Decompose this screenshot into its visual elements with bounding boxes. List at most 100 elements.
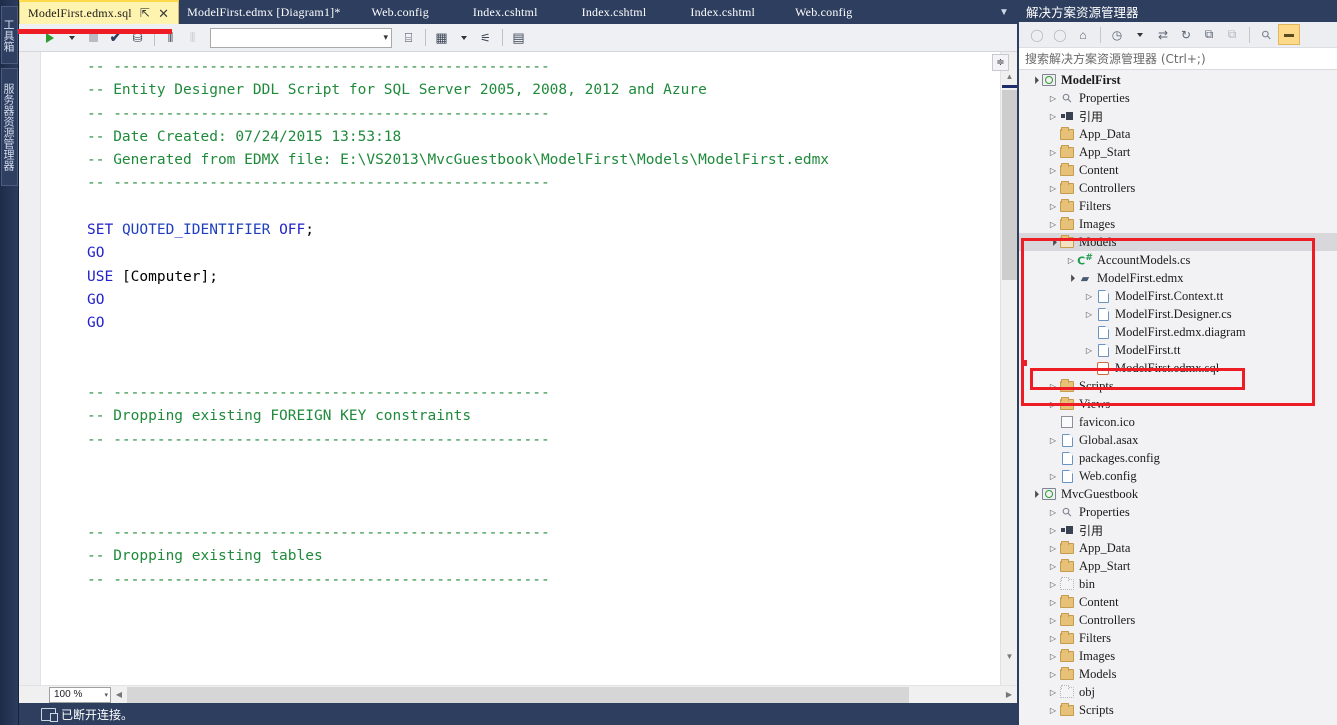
tree-item-bin[interactable]: ▷ bin (1019, 575, 1337, 593)
pending-changes-dropdown[interactable] (1129, 24, 1151, 45)
code-text-surface[interactable]: -- -------------------------------------… (41, 52, 1003, 685)
navigate-forward-button[interactable]: ◯ (1049, 24, 1071, 45)
horizontal-scroll-track[interactable] (127, 686, 1001, 703)
show-all-files-button[interactable]: ⧉ (1221, 24, 1243, 45)
chevron-collapsed-icon[interactable]: ▷ (1047, 431, 1059, 449)
change-connection-button[interactable]: ⌸ (398, 27, 419, 48)
tree-item-controllers[interactable]: ▷ Controllers (1019, 179, 1337, 197)
editor-vertical-scrollbar[interactable]: ▲ ▼ (1000, 52, 1017, 685)
scroll-left-arrow-icon[interactable]: ◀ (111, 687, 127, 703)
tree-item-images[interactable]: ▷ Images (1019, 215, 1337, 233)
tree-item-modelfirst-designer-cs[interactable]: ▷ ModelFirst.Designer.cs (1019, 305, 1337, 323)
chevron-collapsed-icon[interactable]: ▷ (1047, 395, 1059, 413)
tab-web-config-2[interactable]: Web.config (777, 0, 870, 24)
refresh-button[interactable]: ↻ (1175, 24, 1197, 45)
chevron-collapsed-icon[interactable]: ▷ (1047, 89, 1059, 107)
chevron-collapsed-icon[interactable]: ▷ (1047, 683, 1059, 701)
horizontal-scroll-thumb[interactable] (127, 686, 909, 703)
chevron-collapsed-icon[interactable]: ▷ (1047, 593, 1059, 611)
tree-item-[interactable]: ▷ 引用 (1019, 521, 1337, 539)
tree-item-favicon-ico[interactable]: favicon.ico (1019, 413, 1337, 431)
tree-item-controllers[interactable]: ▷ Controllers (1019, 611, 1337, 629)
chevron-collapsed-icon[interactable]: ▷ (1047, 665, 1059, 683)
tree-item-images[interactable]: ▷ Images (1019, 647, 1337, 665)
scroll-down-arrow-icon[interactable]: ▼ (1001, 648, 1018, 665)
chevron-collapsed-icon[interactable]: ▷ (1083, 341, 1095, 359)
tree-item-[interactable]: ▷ 引用 (1019, 107, 1337, 125)
tab-overflow-dropdown-icon[interactable]: ▼ (991, 0, 1017, 24)
properties-button[interactable]: ⚲ (1255, 24, 1277, 45)
results-to-grid-button[interactable]: ▦ (431, 27, 452, 48)
tree-item-models[interactable]: ▷ Models (1019, 665, 1337, 683)
tree-item-modelfirst-edmx-diagram[interactable]: ModelFirst.edmx.diagram (1019, 323, 1337, 341)
chevron-collapsed-icon[interactable]: ▷ (1083, 287, 1095, 305)
tree-item-scripts[interactable]: ▷ Scripts (1019, 377, 1337, 395)
tree-item-mvcguestbook[interactable]: ◢ MvcGuestbook (1019, 485, 1337, 503)
chevron-collapsed-icon[interactable]: ▷ (1047, 197, 1059, 215)
preview-selected-items-button[interactable]: ▬ (1278, 24, 1300, 45)
chevron-collapsed-icon[interactable]: ▷ (1047, 575, 1059, 593)
chevron-collapsed-icon[interactable]: ▷ (1047, 215, 1059, 233)
scroll-right-arrow-icon[interactable]: ▶ (1001, 687, 1017, 703)
zoom-level-combo[interactable]: 100 % ▾ (49, 686, 111, 703)
pending-changes-button[interactable]: ◷ (1106, 24, 1128, 45)
chevron-collapsed-icon[interactable]: ▷ (1047, 701, 1059, 719)
tree-item-packages-config[interactable]: packages.config (1019, 449, 1337, 467)
navigate-back-button[interactable]: ◯ (1026, 24, 1048, 45)
tab-web-config-1[interactable]: Web.config (350, 0, 451, 24)
chevron-collapsed-icon[interactable]: ▷ (1047, 377, 1059, 395)
include-execution-plan-button[interactable]: ⚟ (475, 27, 496, 48)
chevron-collapsed-icon[interactable]: ▷ (1047, 539, 1059, 557)
close-icon[interactable]: ✕ (158, 7, 169, 20)
tab-index-cshtml-2[interactable]: Index.cshtml (560, 0, 669, 24)
vertical-scroll-thumb[interactable] (1002, 90, 1017, 280)
database-selector-combo[interactable]: ▾ (210, 27, 392, 48)
chevron-collapsed-icon[interactable]: ▷ (1047, 629, 1059, 647)
tree-item-modelfirst-tt[interactable]: ▷ ModelFirst.tt (1019, 341, 1337, 359)
home-button[interactable]: ⌂ (1072, 24, 1094, 45)
chevron-collapsed-icon[interactable]: ▷ (1047, 467, 1059, 485)
sync-with-active-document-button[interactable]: ⇄ (1152, 24, 1174, 45)
tree-item-global-asax[interactable]: ▷ Global.asax (1019, 431, 1337, 449)
tree-item-content[interactable]: ▷ Content (1019, 593, 1337, 611)
tab-index-cshtml-3[interactable]: Index.cshtml (668, 0, 777, 24)
tree-item-modelfirst[interactable]: ◢ ModelFirst (1019, 71, 1337, 89)
disconnect-button[interactable]: ⫴ (182, 27, 203, 48)
tree-item-accountmodels-cs[interactable]: ▷ C# AccountModels.cs (1019, 251, 1337, 269)
tree-item-web-config[interactable]: ▷ Web.config (1019, 467, 1337, 485)
tree-item-modelfirst-edmx-sql[interactable]: ModelFirst.edmx.sql (1019, 359, 1337, 377)
chevron-collapsed-icon[interactable]: ▷ (1047, 521, 1059, 539)
tree-item-filters[interactable]: ▷ Filters (1019, 629, 1337, 647)
chevron-collapsed-icon[interactable]: ▷ (1083, 305, 1095, 323)
tree-item-modelfirst-edmx[interactable]: ◢ ▰ ModelFirst.edmx (1019, 269, 1337, 287)
collapse-all-button[interactable]: ⧉ (1198, 24, 1220, 45)
tree-item-app-data[interactable]: ▷ App_Data (1019, 539, 1337, 557)
results-to-text-button[interactable]: ▤ (508, 27, 529, 48)
tree-item-app-start[interactable]: ▷ App_Start (1019, 557, 1337, 575)
tree-item-filters[interactable]: ▷ Filters (1019, 197, 1337, 215)
chevron-collapsed-icon[interactable]: ▷ (1047, 143, 1059, 161)
chevron-collapsed-icon[interactable]: ▷ (1047, 611, 1059, 629)
chevron-collapsed-icon[interactable]: ▷ (1047, 179, 1059, 197)
tree-item-properties[interactable]: ▷ ⚲ Properties (1019, 503, 1337, 521)
tree-item-content[interactable]: ▷ Content (1019, 161, 1337, 179)
chevron-collapsed-icon[interactable]: ▷ (1047, 557, 1059, 575)
tree-item-app-data[interactable]: App_Data (1019, 125, 1337, 143)
tree-item-scripts[interactable]: ▷ Scripts (1019, 701, 1337, 719)
tree-item-properties[interactable]: ▷ ⚲ Properties (1019, 89, 1337, 107)
tree-item-models[interactable]: ◢ Models (1019, 233, 1337, 251)
tree-item-modelfirst-context-tt[interactable]: ▷ ModelFirst.Context.tt (1019, 287, 1337, 305)
vertical-tab-server-explorer[interactable]: 服务器资源管理器 (1, 68, 18, 186)
vertical-tab-toolbox[interactable]: 工具箱 (1, 6, 18, 64)
tab-index-cshtml-1[interactable]: Index.cshtml (451, 0, 560, 24)
pin-icon[interactable]: ⇱ (140, 7, 150, 19)
tree-item-obj[interactable]: ▷ obj (1019, 683, 1337, 701)
tab-modelfirst-edmx-sql[interactable]: ModelFirst.edmx.sql ⇱ ✕ (19, 0, 180, 24)
chevron-collapsed-icon[interactable]: ▷ (1047, 647, 1059, 665)
chevron-collapsed-icon[interactable]: ▷ (1047, 107, 1059, 125)
tab-modelfirst-edmx-diagram[interactable]: ModelFirst.edmx [Diagram1]* (179, 0, 349, 24)
tree-item-app-start[interactable]: ▷ App_Start (1019, 143, 1337, 161)
results-dropdown-button[interactable] (453, 27, 474, 48)
split-editor-button[interactable]: ≑ (992, 54, 1009, 71)
chevron-collapsed-icon[interactable]: ▷ (1047, 161, 1059, 179)
